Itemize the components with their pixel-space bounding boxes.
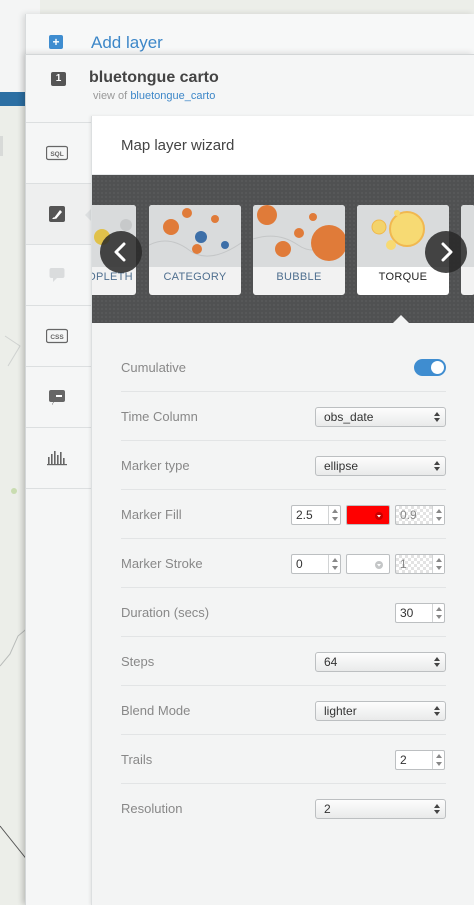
css-icon-text: CSS [50,334,64,341]
source-table-link[interactable]: bluetongue_carto [130,90,215,102]
row-trails: Trails 2 [121,735,446,784]
chevron-left-icon [114,242,126,262]
label-marker-type: Marker type [121,458,190,473]
steps-select[interactable]: 64 [315,652,446,672]
plus-icon: + [49,35,63,49]
label-duration: Duration (secs) [121,605,210,620]
layer-source: view of bluetongue_carto [93,90,215,102]
viz-card-bubble[interactable]: BUBBLE [253,205,345,295]
resolution-select[interactable]: 2 [315,799,446,819]
row-duration: Duration (secs) 30 [121,588,446,637]
row-resolution: Resolution 2 [121,784,446,833]
marker-fill-width-value: 2.5 [296,508,313,522]
stepper-arrows[interactable] [328,506,340,524]
tool-wizard-button[interactable] [26,184,92,245]
label-cumulative: Cumulative [121,360,187,375]
row-marker-fill: Marker Fill 2.5 0.9 [121,490,446,539]
marker-type-select[interactable]: ellipse [315,456,446,476]
marker-fill-opacity-value: 0.9 [400,508,417,522]
tool-sql-button[interactable]: SQL [26,123,91,184]
marker-stroke-width-input[interactable]: 0 [291,554,341,574]
label-blend-mode: Blend Mode [121,703,191,718]
layer-header: 1 bluetongue carto view of bluetongue_ca… [26,55,474,123]
sql-icon-text: SQL [50,151,63,158]
toggle-knob [431,361,444,374]
resolution-value: 2 [324,802,331,816]
marker-fill-color-picker[interactable] [346,505,390,525]
label-resolution: Resolution [121,801,183,816]
label-marker-stroke: Marker Stroke [121,556,203,571]
viz-card-category[interactable]: CATEGORY [149,205,241,295]
cumulative-toggle[interactable] [414,359,446,376]
view-of-prefix: view of [93,90,128,102]
time-column-select[interactable]: obs_date [315,407,446,427]
tool-filters-button[interactable] [26,428,91,489]
duration-value: 30 [400,606,414,620]
stepper-arrows[interactable] [432,555,444,573]
marker-fill-opacity-input[interactable]: 0.9 [395,505,445,525]
row-marker-type: Marker type ellipse [121,441,446,490]
label-steps: Steps [121,654,155,669]
trails-input[interactable]: 2 [395,750,445,770]
marker-stroke-opacity-value: 1 [400,557,407,571]
row-time-column: Time Column obs_date [121,392,446,441]
trails-value: 2 [400,753,407,767]
css-icon: CSS [46,328,68,344]
filters-icon [47,451,67,466]
bubble-thumbnail [253,205,345,267]
duration-input[interactable]: 30 [395,603,445,623]
sql-icon: SQL [46,145,68,161]
chevron-right-icon [441,242,453,262]
carousel-next-button[interactable] [425,231,467,273]
marker-stroke-opacity-input[interactable]: 1 [395,554,445,574]
wizard-brush-icon [49,206,65,222]
layer-number-badge: 1 [51,72,66,86]
viz-label-bubble: BUBBLE [276,271,322,283]
viz-label-category: CATEGORY [163,271,227,283]
blend-mode-value: lighter [324,704,357,718]
add-layer-label: Add layer [91,33,163,52]
infowindow-icon [49,268,65,282]
marker-stroke-width-value: 0 [296,557,303,571]
label-marker-fill: Marker Fill [121,507,182,522]
label-time-column: Time Column [121,409,198,424]
label-trails: Trails [121,752,153,767]
blend-mode-select[interactable]: lighter [315,701,446,721]
select-arrows-icon [434,657,440,667]
wizard-title: Map layer wizard [121,137,235,154]
color-dropdown-icon [375,561,383,569]
color-dropdown-icon [375,512,383,520]
row-marker-stroke: Marker Stroke 0 1 [121,539,446,588]
row-blend-mode: Blend Mode lighter [121,686,446,735]
stepper-arrows[interactable] [432,506,444,524]
select-arrows-icon [434,706,440,716]
carousel-prev-button[interactable] [100,231,142,273]
map-layer-wizard: Map layer wizard OPLETH CATEG [91,116,474,905]
row-steps: Steps 64 [121,637,446,686]
row-cumulative: Cumulative [121,343,446,392]
time-column-value: obs_date [324,410,374,424]
stepper-arrows[interactable] [432,751,444,769]
selected-type-pointer [393,315,409,323]
marker-fill-width-input[interactable]: 2.5 [291,505,341,525]
steps-value: 64 [324,655,338,669]
tool-rail: SQL CSS ? [26,123,92,905]
visualization-carousel: OPLETH CATEGORY [92,175,474,323]
wizard-form: Cumulative Time Column obs_date Marker t… [92,323,474,905]
select-arrows-icon [434,804,440,814]
tool-css-button[interactable]: CSS [26,306,91,367]
category-thumbnail [149,205,241,267]
select-arrows-icon [434,461,440,471]
legend-icon: ? [49,390,65,405]
select-arrows-icon [434,412,440,422]
stepper-arrows[interactable] [328,555,340,573]
tool-legend-button[interactable]: ? [26,367,91,428]
add-layer-button[interactable]: + Add layer [26,14,474,54]
marker-stroke-color-picker[interactable] [346,554,390,574]
layer-title[interactable]: bluetongue carto [89,69,219,87]
stepper-arrows[interactable] [432,604,444,622]
tool-infowindow-button[interactable] [26,245,91,306]
marker-type-value: ellipse [324,459,359,473]
